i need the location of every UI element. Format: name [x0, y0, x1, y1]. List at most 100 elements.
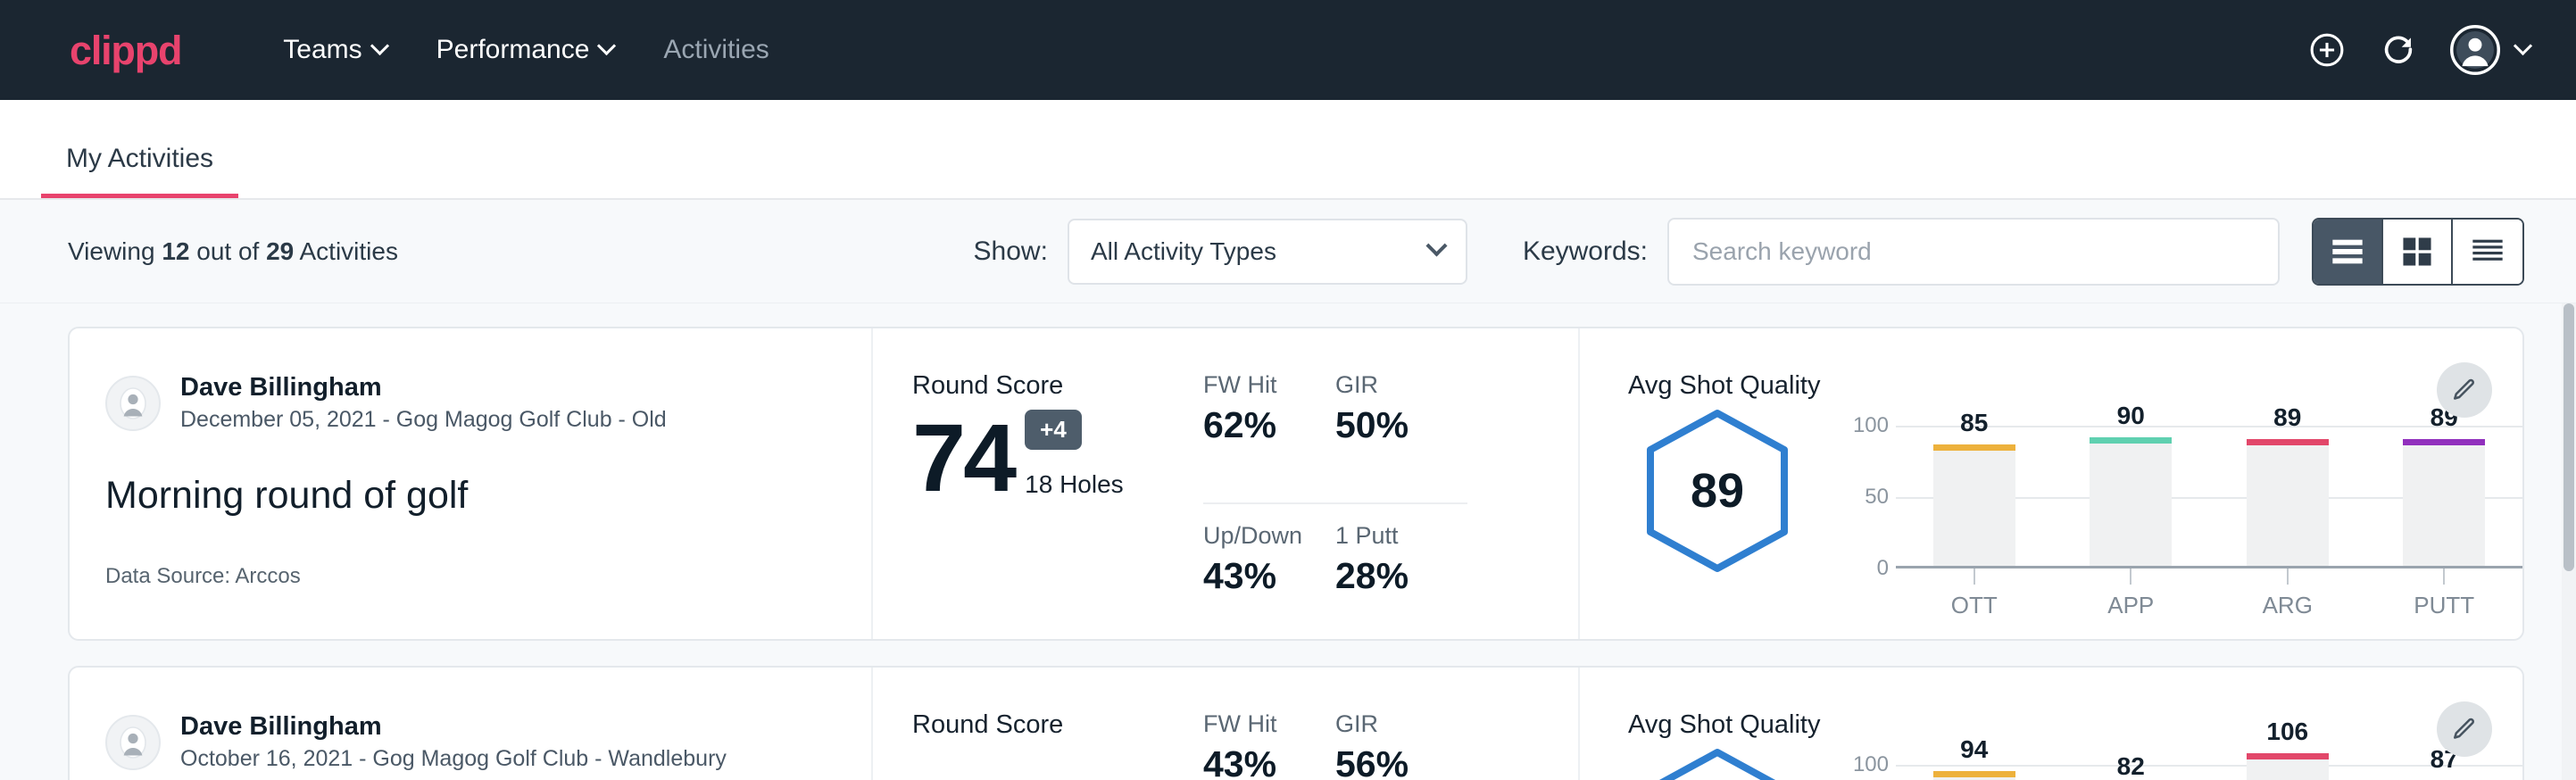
- chart-bar-group: 94: [1896, 751, 2053, 780]
- avatar: [105, 715, 161, 770]
- view-mode-grid-button[interactable]: [2383, 220, 2453, 284]
- tab-my-activities[interactable]: My Activities: [41, 144, 238, 198]
- chart-x-category: OTT: [1896, 568, 2053, 619]
- chart-bar[interactable]: [2403, 439, 2485, 566]
- activity-card-list: Dave Billingham December 05, 2021 - Gog …: [68, 327, 2524, 780]
- activity-type-select-value: All Activity Types: [1091, 237, 1276, 266]
- chart-bar-group: 90: [2053, 411, 2210, 566]
- chart-x-label: OTT: [1896, 592, 2053, 619]
- chart-bars-region: 85 90 89 89: [1896, 411, 2522, 568]
- chart-bar-value: 89: [2273, 403, 2301, 432]
- activity-author-name: Dave Billingham: [180, 371, 667, 403]
- chart-x-tick: [2443, 568, 2445, 585]
- chart-bar-cap: [2247, 439, 2329, 445]
- nav-item-activities-label: Activities: [663, 35, 769, 65]
- keywords-label: Keywords:: [1523, 236, 1648, 267]
- chart-bar-value: 85: [1960, 409, 1988, 437]
- refresh-icon[interactable]: [2379, 30, 2418, 70]
- chevron-down-icon: [1425, 235, 1447, 256]
- chart-bar[interactable]: [2247, 439, 2329, 566]
- stat-gir: GIR 50%: [1335, 371, 1467, 504]
- search-input[interactable]: [1667, 218, 2280, 286]
- activity-author-text: Dave Billingham October 16, 2021 - Gog M…: [180, 710, 727, 775]
- avg-shot-quality-body: 89 050100 85 90: [1628, 406, 2522, 619]
- pencil-icon: [2451, 377, 2478, 403]
- chart-bar-cap: [1933, 444, 2015, 451]
- brand-logo[interactable]: clippd: [70, 30, 181, 71]
- avg-shot-quality-label: Avg Shot Quality: [1628, 371, 2522, 401]
- pencil-icon: [2451, 716, 2478, 743]
- plus-circle-icon[interactable]: [2307, 30, 2347, 70]
- tab-my-activities-label: My Activities: [66, 144, 213, 173]
- nav-item-performance[interactable]: Performance: [411, 35, 639, 65]
- stat-one-putt-value: 28%: [1335, 555, 1437, 597]
- chart-bar[interactable]: [1933, 771, 2015, 780]
- scrollbar-thumb[interactable]: [2564, 303, 2574, 571]
- chart-x-tick: [2130, 568, 2131, 585]
- y-axis-tick: 100: [1853, 413, 1889, 438]
- view-mode-compact-button[interactable]: [2453, 220, 2522, 284]
- chart-bar-group: 82: [2053, 751, 2210, 780]
- activity-card[interactable]: Dave Billingham December 05, 2021 - Gog …: [68, 327, 2524, 641]
- shot-quality-bar-chart: 050100 94 82 106: [1807, 745, 2522, 780]
- activities-scroll-area[interactable]: Dave Billingham December 05, 2021 - Gog …: [0, 303, 2576, 780]
- top-navigation-bar: clippd Teams Performance Activities: [0, 0, 2576, 100]
- round-score-side: +4 18 Holes: [1025, 410, 1124, 504]
- activity-type-select[interactable]: All Activity Types: [1068, 219, 1467, 285]
- stat-gir-value: 50%: [1335, 404, 1437, 446]
- activity-card[interactable]: Dave Billingham October 16, 2021 - Gog M…: [68, 666, 2524, 780]
- chart-bar-group: 89: [2366, 411, 2523, 566]
- account-avatar-icon[interactable]: [2450, 25, 2500, 75]
- view-mode-list-button[interactable]: [2314, 220, 2383, 284]
- chart-bar-cap: [1933, 771, 2015, 777]
- avg-shot-quality-value: [1641, 745, 1793, 780]
- chart-x-category: APP: [2053, 568, 2210, 619]
- edit-activity-button[interactable]: [2437, 362, 2492, 418]
- main-nav-links: Teams Performance Activities: [258, 35, 794, 65]
- score-differential-badge: +4: [1025, 410, 1082, 450]
- vertical-scrollbar[interactable]: [2562, 303, 2576, 780]
- nav-item-teams[interactable]: Teams: [258, 35, 411, 65]
- chart-plot-area: 050100 85 90 89 8: [1841, 411, 2522, 568]
- stat-fw-hit-value: 43%: [1203, 743, 1305, 780]
- avg-shot-quality-value: 89: [1641, 406, 1793, 576]
- edit-activity-button[interactable]: [2437, 701, 2492, 757]
- stat-gir-label: GIR: [1335, 371, 1437, 399]
- chart-bar[interactable]: [2090, 437, 2172, 566]
- round-score-block: Round Score 74 +4 18 Holes: [873, 328, 1203, 639]
- stat-gir-label: GIR: [1335, 710, 1437, 738]
- viewing-prefix: Viewing: [68, 237, 162, 265]
- nav-item-activities[interactable]: Activities: [638, 35, 794, 65]
- activity-author: Dave Billingham October 16, 2021 - Gog M…: [105, 710, 835, 775]
- stat-fw-hit-label: FW Hit: [1203, 371, 1305, 399]
- y-axis-tick: 50: [1865, 485, 1889, 510]
- account-menu[interactable]: [2450, 25, 2530, 75]
- avg-shot-quality-label: Avg Shot Quality: [1628, 710, 2522, 740]
- shot-quality-bar-chart: 050100 85 90 89 8: [1807, 406, 2522, 619]
- chart-bar[interactable]: [1933, 444, 2015, 566]
- chart-bar-group: 85: [1896, 411, 2053, 566]
- stat-up-down: Up/Down 43%: [1203, 522, 1335, 639]
- stat-one-putt: 1 Putt 28%: [1335, 522, 1467, 639]
- chart-x-axis: OTT APP ARG PUTT: [1896, 568, 2522, 619]
- chart-bar[interactable]: [2247, 753, 2329, 780]
- nav-item-performance-label: Performance: [436, 35, 590, 65]
- chart-y-axis: 050100: [1841, 751, 1896, 780]
- activity-author-name: Dave Billingham: [180, 710, 727, 743]
- activity-meta: December 05, 2021 - Gog Magog Golf Club …: [180, 405, 667, 436]
- chevron-down-icon: [2514, 36, 2532, 54]
- chart-x-category: ARG: [2209, 568, 2366, 619]
- chart-bar-value: 82: [2117, 752, 2145, 780]
- chart-y-axis: 050100: [1841, 411, 1896, 568]
- chart-x-category: PUTT: [2366, 568, 2523, 619]
- hexagon-score: [1641, 745, 1793, 780]
- y-axis-tick: 100: [1853, 752, 1889, 777]
- stat-gir: GIR 56%: [1335, 710, 1467, 780]
- chart-x-label: APP: [2053, 592, 2210, 619]
- chart-bar-group: 106: [2209, 751, 2366, 780]
- stat-gir-value: 56%: [1335, 743, 1437, 780]
- activity-author: Dave Billingham December 05, 2021 - Gog …: [105, 371, 835, 436]
- stat-up-down-label: Up/Down: [1203, 522, 1305, 550]
- chevron-down-icon: [597, 36, 616, 54]
- activity-author-text: Dave Billingham December 05, 2021 - Gog …: [180, 371, 667, 436]
